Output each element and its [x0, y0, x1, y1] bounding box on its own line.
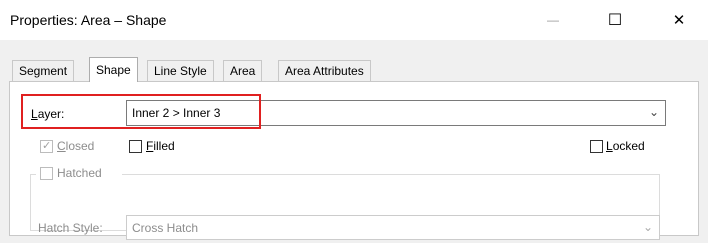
hatched-label: Hatched — [57, 166, 102, 180]
minimize-icon: — — [547, 13, 559, 27]
filled-label: Filled — [146, 139, 175, 153]
chevron-down-icon: ⌄ — [642, 220, 653, 234]
tab-area[interactable]: Area — [223, 60, 263, 82]
filled-checkbox[interactable] — [129, 140, 142, 153]
locked-checkbox[interactable] — [590, 140, 603, 153]
tab-shape[interactable]: Shape — [89, 57, 138, 82]
tab-area-attributes[interactable]: Area Attributes — [278, 60, 371, 82]
window-title: Properties: Area – Shape — [10, 12, 167, 28]
tab-segment[interactable]: Segment — [12, 60, 75, 82]
layer-value: Inner 2 > Inner 3 — [132, 106, 221, 120]
closed-checkbox[interactable]: ✓ — [40, 140, 53, 153]
maximize-button[interactable]: ☐ — [592, 0, 638, 40]
checkmark-icon: ✓ — [42, 140, 52, 152]
close-button[interactable]: ✕ — [656, 0, 702, 40]
maximize-icon: ☐ — [607, 12, 623, 29]
chevron-down-icon: ⌄ — [648, 105, 659, 119]
layer-dropdown[interactable]: Inner 2 > Inner 3 ⌄ — [126, 100, 666, 126]
title-bar: Properties: Area – Shape — ☐ ✕ — [0, 0, 708, 40]
minimize-button[interactable]: — — [530, 0, 576, 40]
hatched-checkbox[interactable] — [40, 167, 53, 180]
hatch-style-label: Hatch Style: — [38, 221, 103, 235]
closed-label: Closed — [57, 139, 95, 153]
hatch-style-value: Cross Hatch — [132, 221, 199, 235]
close-icon: ✕ — [672, 12, 686, 29]
locked-label: Locked — [606, 139, 645, 153]
hatch-style-dropdown[interactable]: Cross Hatch ⌄ — [126, 215, 660, 240]
layer-label: Layer: — [31, 107, 65, 121]
tab-line-style[interactable]: Line Style — [147, 60, 214, 82]
